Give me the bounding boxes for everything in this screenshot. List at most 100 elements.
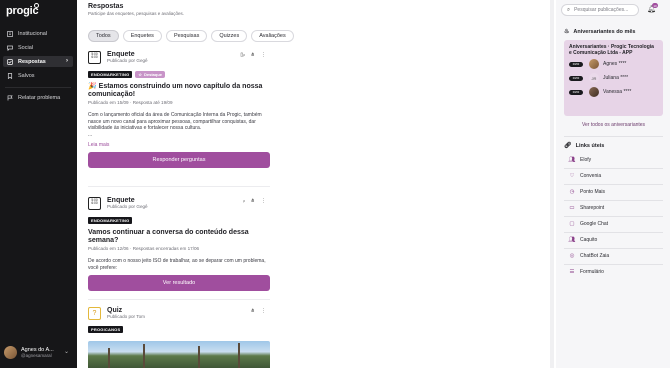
tab-pesquisas[interactable]: Pesquisas [165, 30, 208, 42]
birthday-row[interactable]: 00/00 JR Juliana **** [569, 72, 658, 84]
post-tags: PROGICANOS [88, 326, 270, 333]
chat-icon: ▢ [569, 221, 575, 227]
filter-tabs: Todos Enquetes Pesquisas Quizzes Avaliaç… [88, 30, 294, 42]
sidebar-item-respostas[interactable]: Respostas › [3, 56, 73, 67]
users-icon: 👥︎ [568, 157, 576, 163]
section-title-text: Aniversariantes do mês [573, 28, 636, 35]
sidebar-item-salvos[interactable]: Salvos [3, 70, 73, 81]
link-formulario[interactable]: ☰ Formulário [569, 269, 604, 275]
calendar-icon: 5:00 6:00 [88, 50, 101, 64]
palm-trunk [108, 348, 110, 368]
chart-icon[interactable]: ▯ᵢₗ [240, 52, 244, 58]
link-ponto-mais[interactable]: ◷ Ponto Mais [569, 189, 605, 195]
birthday-row[interactable]: 00/00 Agnes **** [569, 58, 658, 70]
read-more-link[interactable]: Leia mais [88, 142, 270, 148]
birthday-date: 00/00 [569, 61, 583, 67]
search-icon: ⌕ [567, 6, 571, 13]
more-icon[interactable]: ⋮ [261, 308, 266, 314]
avatar-initials: JR [589, 73, 599, 83]
link-elofy[interactable]: 👥︎ Elofy [568, 157, 592, 163]
user-menu[interactable]: Agnes do A... @agnesamaral ⌄ [4, 344, 72, 360]
tag-chip: ENDOMARKETING [88, 71, 133, 78]
link-label: Caquito [580, 237, 598, 243]
post-title: 🎉 Estamos construindo um novo capítulo d… [88, 83, 263, 98]
post-body: De acordo com o nosso jeito ISO de traba… [88, 258, 266, 271]
user-name: Agnes do A... [21, 346, 54, 353]
section-title-text: Links úteis [575, 142, 605, 149]
chevron-right-icon: › [66, 58, 68, 64]
search-input[interactable]: ⌕ Pesquisar publicações... [561, 4, 639, 16]
link-divider [564, 232, 663, 233]
birthday-card-title: Aniversariantes · Progic Tecnologia e Co… [569, 44, 654, 56]
link-label: Convenia [580, 173, 602, 179]
page-title: Respostas [88, 3, 124, 10]
view-result-button[interactable]: Ver resultado [88, 275, 270, 291]
palm-trunk [238, 343, 240, 368]
birthday-card: Aniversariantes · Progic Tecnologia e Co… [564, 40, 663, 116]
tab-enquetes[interactable]: Enquetes [122, 30, 162, 42]
reply-icon [7, 58, 13, 65]
sidebar-item-relatar-problema[interactable]: Relatar problema [3, 92, 73, 103]
post-meta: Publicado em 12/06 · Respostas encerrada… [88, 246, 200, 251]
post-card: ? Quiz Publicado por Tom ⋔ ⋮ PROGICANOS [88, 305, 270, 333]
link-convenia[interactable]: ♡ Convenia [569, 173, 602, 179]
avatar [4, 345, 17, 359]
notification-badge: 10 [652, 3, 658, 8]
post-tags: ENDOMARKETING [88, 217, 270, 224]
chart-icon[interactable]: ᵢₗ [243, 198, 245, 204]
birthday-name: Agnes **** [603, 61, 627, 67]
post-actions: ᵢₗ ⋔ ⋮ [243, 198, 266, 204]
see-all-birthdays-link[interactable]: Ver todos os aniversariantes [564, 122, 663, 128]
link-sharepoint[interactable]: ▭ Sharepoint [569, 205, 604, 211]
link-divider [564, 264, 663, 265]
folder-icon: ▭ [569, 205, 575, 211]
birthday-date: 00/00 [569, 89, 583, 95]
tab-avaliacoes[interactable]: Avaliações [251, 30, 294, 42]
sidebar: progic Institucional Social Respostas › … [0, 0, 77, 368]
post-card: 5:00 6:00 Enquete Publicado por Gegê ᵢₗ … [88, 195, 270, 291]
more-icon[interactable]: ⋮ [261, 52, 266, 58]
birthday-row[interactable]: 00/00 Vanessa **** [569, 86, 658, 98]
sidebar-item-label: Respostas [18, 58, 46, 65]
page-subtitle: Participe das enquetes, pesquisas e aval… [88, 11, 185, 16]
birthdays-section-title: ♨ Aniversariantes do mês [564, 28, 636, 36]
question-icon: ? [88, 306, 101, 320]
post-title: Vamos continuar a conversa do conteúdo d… [88, 229, 249, 244]
share-icon[interactable]: ⋔ [251, 198, 255, 204]
main-content: Respostas Participe das enquetes, pesqui… [77, 0, 556, 368]
more-icon[interactable]: ⋮ [261, 198, 266, 204]
post-separator [88, 186, 270, 187]
right-panel: ⌕ Pesquisar publicações... 🔔︎ 10 ♨ Anive… [556, 0, 670, 368]
sidebar-item-institucional[interactable]: Institucional [3, 28, 73, 39]
sidebar-divider [5, 87, 71, 88]
sidebar-item-label: Relatar problema [18, 94, 61, 101]
link-label: Google Chat [580, 221, 609, 227]
post-body-ellipsis: ... [88, 131, 93, 138]
link-label: ChatBot Zaia [580, 253, 610, 259]
post-header: ? Quiz Publicado por Tom [88, 305, 270, 321]
share-icon[interactable]: ⋔ [251, 308, 255, 314]
tab-todos[interactable]: Todos [88, 30, 119, 42]
sidebar-item-label: Institucional [18, 30, 48, 37]
link-divider [564, 248, 663, 249]
avatar [589, 59, 599, 69]
share-icon[interactable]: ⋔ [251, 52, 255, 58]
sidebar-item-label: Salvos [18, 72, 35, 79]
link-label: Sharepoint [580, 205, 605, 211]
link-google-chat[interactable]: ▢ Google Chat [569, 221, 608, 227]
answer-questions-button[interactable]: Responder perguntas [88, 152, 270, 168]
cake-icon: ♨ [564, 29, 570, 35]
scrollbar[interactable] [550, 0, 554, 368]
tag-chip: ENDOMARKETING [88, 217, 133, 224]
post-author: Publicado por Gegê [107, 204, 148, 209]
post-type: Enquete [107, 197, 135, 204]
link-caquito[interactable]: 👥︎ Caquito [569, 237, 598, 243]
tab-quizzes[interactable]: Quizzes [211, 30, 248, 42]
post-author: Publicado por Tom [107, 314, 145, 319]
sidebar-item-social[interactable]: Social [3, 42, 73, 53]
birthday-name: Juliana **** [603, 75, 629, 81]
search-placeholder: Pesquisar publicações... [574, 7, 629, 13]
link-divider [564, 200, 663, 201]
link-chatbot-zaia[interactable]: ◎ ChatBot Zaia [569, 253, 610, 259]
calendar-icon: 5:00 6:00 [88, 196, 101, 210]
